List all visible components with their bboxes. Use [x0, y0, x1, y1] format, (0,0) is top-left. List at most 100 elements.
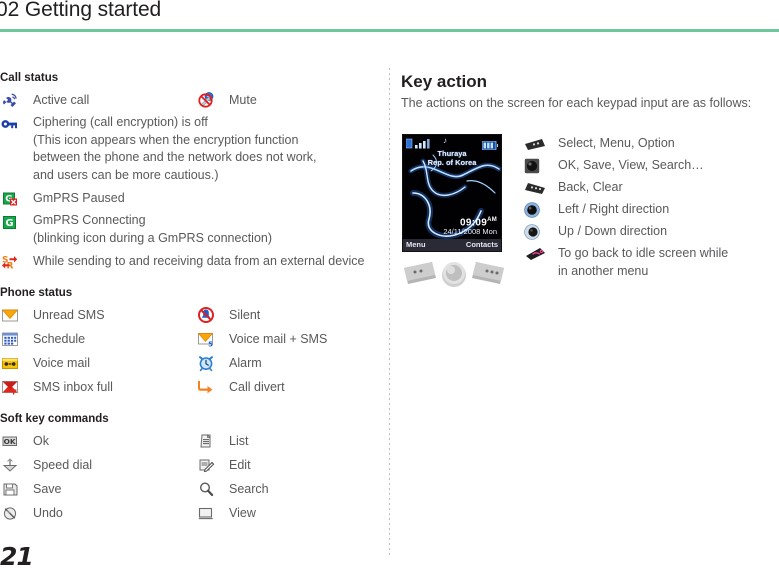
call-status-data-transfer: S R While sending to and receiving data … — [0, 251, 386, 271]
list-item: Undo View — [0, 503, 386, 523]
svg-text:F: F — [12, 389, 17, 397]
call-status-gmprs-connecting: G GmPRS Connecting (blinking icon during… — [0, 212, 386, 247]
phone-status-voice-mail: Voice mail — [0, 353, 196, 373]
list-item: Select, Menu, Option — [524, 134, 779, 153]
call-status-label: While sending to and receiving data from… — [33, 254, 365, 268]
phone-softkey-left-label: Menu — [406, 240, 426, 249]
phone-keypad-figure — [402, 256, 506, 292]
left-right-direction-key-icon — [524, 200, 546, 219]
list-item: To go back to idle screen while in anoth… — [524, 244, 779, 280]
data-send-receive-icon: S R — [0, 251, 20, 271]
call-status-label: GmPRS Connecting (blinking icon during a… — [33, 213, 273, 245]
key-action-label: Up / Down direction — [558, 224, 668, 238]
phone-status-label: SMS inbox full — [33, 380, 113, 394]
ok-icon: OK — [0, 431, 20, 451]
silent-icon — [196, 305, 216, 325]
phone-status-label: Voice mail + SMS — [229, 332, 328, 346]
softkey-label: Undo — [33, 506, 63, 520]
key-action-label: OK, Save, View, Search… — [558, 158, 704, 172]
ok-center-key-icon — [524, 156, 546, 175]
phone-clock-meridiem: AM — [487, 217, 497, 223]
list-item: Up / Down direction — [524, 222, 779, 241]
call-status-active-call: Active call — [0, 90, 196, 110]
list-item: Save Search — [0, 479, 386, 499]
page-title: 02 Getting started — [0, 0, 162, 21]
key-action-intro-text: The actions on the screen for each keypa… — [401, 96, 752, 110]
edit-icon — [196, 455, 216, 475]
voice-mail-icon — [0, 353, 20, 373]
end-call-key-icon — [524, 244, 546, 263]
phone-idle-screen: ♪ Thuraya Rep. of Korea 09:09AM 24/11/20… — [402, 134, 502, 252]
list-item: G GmPRS Connecting (blinking icon during… — [0, 212, 386, 247]
softkey-speed-dial: Speed dial — [0, 455, 196, 475]
softkey-search: Search — [196, 479, 386, 499]
call-status-label: Mute — [229, 93, 257, 107]
soft-key-commands-list: OK Ok List Speed dial Edit Save Search U… — [0, 431, 386, 523]
phone-status-label: Silent — [229, 308, 261, 322]
phone-operator-text: Thuraya Rep. of Korea — [403, 149, 501, 167]
phone-status-heading: Phone status — [0, 287, 73, 299]
phone-date: 24/11/2008 Mon — [443, 227, 497, 236]
alarm-icon — [196, 353, 216, 373]
softkey-label: Edit — [229, 458, 251, 472]
call-status-ciphering: Ciphering (call encryption) is off (This… — [0, 114, 386, 184]
phone-status-voicemail-sms: 5 Voice mail + SMS — [196, 329, 386, 349]
softkey-save: Save — [0, 479, 196, 499]
key-action-label: To go back to idle screen while in anoth… — [558, 246, 729, 278]
column-divider — [389, 68, 390, 558]
soft-key-commands-heading: Soft key commands — [0, 413, 109, 425]
call-divert-icon — [196, 377, 216, 397]
list-item: G GmPRS Paused — [0, 188, 386, 208]
save-icon — [0, 479, 20, 499]
sms-inbox-full-icon: F — [0, 377, 20, 397]
list-item: OK, Save, View, Search… — [524, 156, 779, 175]
softkey-label: List — [229, 434, 249, 448]
softkey-list: List — [196, 431, 386, 451]
phone-figure: ♪ Thuraya Rep. of Korea 09:09AM 24/11/20… — [402, 134, 506, 294]
list-item: Voice mail Alarm — [0, 353, 386, 373]
key-action-label: Back, Clear — [558, 180, 623, 194]
phone-status-call-divert: Call divert — [196, 377, 386, 397]
page-header: 02 Getting started — [0, 0, 779, 30]
phone-status-unread-sms: Unread SMS — [0, 305, 196, 325]
phone-status-bar: ♪ — [403, 135, 501, 151]
list-item: Active call Mute — [0, 90, 386, 110]
ciphering-off-key-icon — [0, 114, 20, 134]
unread-sms-icon — [0, 305, 20, 325]
phone-status-label: Alarm — [229, 356, 262, 370]
list-item: Left / Right direction — [524, 200, 779, 219]
key-action-heading: Key action — [401, 72, 487, 91]
right-column: Key action The actions on the screen for… — [401, 72, 779, 568]
call-status-mute: Mute — [196, 90, 386, 110]
call-status-label: Active call — [33, 93, 90, 107]
phone-status-schedule: Schedule — [0, 329, 196, 349]
softkey-label: Speed dial — [33, 458, 93, 472]
list-item: Back, Clear — [524, 178, 779, 197]
call-status-list: Active call Mute Ciphering (call encrypt… — [0, 90, 386, 271]
header-divider-rule — [0, 29, 779, 32]
view-icon — [196, 503, 216, 523]
phone-status-label: Voice mail — [33, 356, 90, 370]
speed-dial-icon — [0, 455, 20, 475]
phone-status-silent: Silent — [196, 305, 386, 325]
mute-icon — [196, 90, 216, 110]
softkey-label: Ok — [33, 434, 49, 448]
softkey-label: Search — [229, 482, 269, 496]
list-item: Ciphering (call encryption) is off (This… — [0, 114, 386, 184]
phone-status-alarm: Alarm — [196, 353, 386, 373]
phone-operator-line2: Rep. of Korea — [427, 158, 477, 167]
list-item: Unread SMS Silent — [0, 305, 386, 325]
phone-status-label: Unread SMS — [33, 308, 105, 322]
list-item: OK Ok List — [0, 431, 386, 451]
phone-status-list: Unread SMS Silent Schedule 5 Voice mail … — [0, 305, 386, 397]
softkey-view: View — [196, 503, 386, 523]
softkey-label: View — [229, 506, 256, 520]
search-icon — [196, 479, 216, 499]
right-softkey-icon — [524, 178, 546, 197]
svg-text:G: G — [5, 218, 13, 229]
phone-softkey-bar: Menu Contacts — [403, 239, 501, 251]
phone-status-label: Schedule — [33, 332, 86, 346]
list-item: Speed dial Edit — [0, 455, 386, 475]
